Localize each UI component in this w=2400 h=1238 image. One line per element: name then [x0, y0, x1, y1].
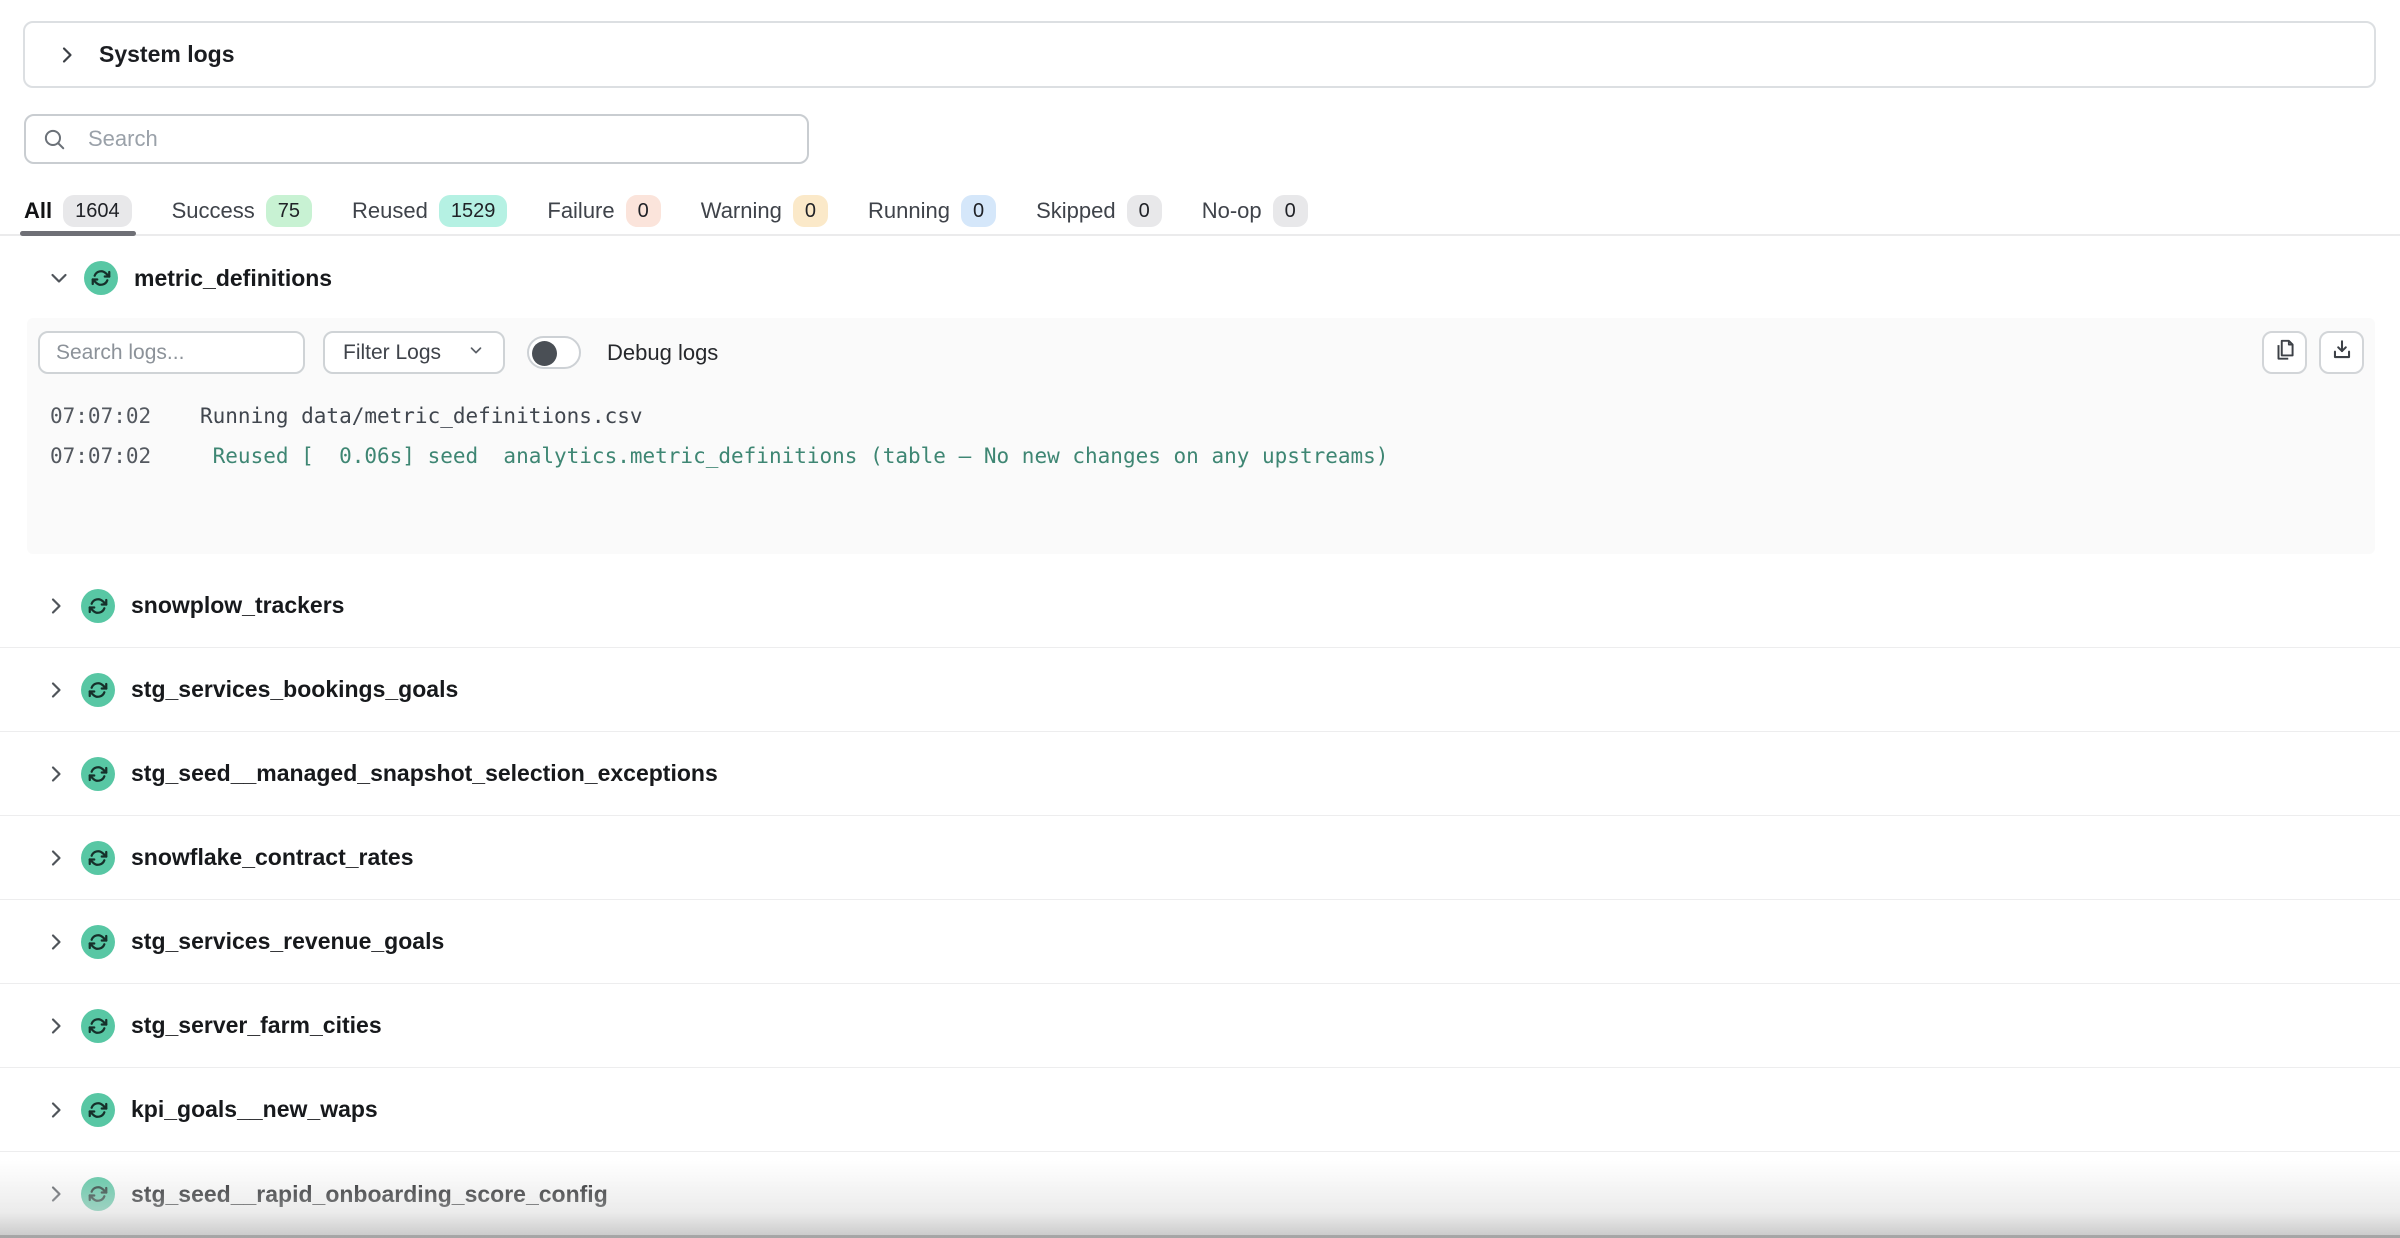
- log-output: 07:07:02Running data/metric_definitions.…: [50, 396, 2355, 476]
- chevron-down-icon: [467, 341, 485, 364]
- tab-count-badge: 75: [266, 195, 312, 227]
- chevron-right-icon[interactable]: [44, 1182, 68, 1206]
- chevron-right-icon[interactable]: [44, 1098, 68, 1122]
- log-toolbar: Filter Logs Debug logs: [38, 331, 2364, 374]
- download-icon: [2329, 337, 2355, 368]
- tab-count-badge: 0: [793, 195, 828, 227]
- run-row[interactable]: stg_server_farm_cities: [0, 984, 2400, 1068]
- system-logs-page: System logs All 1604 Success 75 Reused 1529 Fa…: [0, 0, 2400, 1238]
- log-timestamp: 07:07:02: [50, 396, 200, 436]
- tab-label: Warning: [701, 198, 782, 224]
- tab-no-op[interactable]: No-op 0: [1202, 188, 1308, 234]
- tab-label: Skipped: [1036, 198, 1116, 224]
- tab-failure[interactable]: Failure 0: [547, 188, 660, 234]
- tab-label: Failure: [547, 198, 614, 224]
- log-panel: Filter Logs Debug logs: [27, 318, 2375, 554]
- debug-logs-toggle[interactable]: [527, 336, 581, 369]
- tab-label: Success: [172, 198, 255, 224]
- toggle-knob: [532, 341, 557, 366]
- chevron-right-icon[interactable]: [55, 43, 79, 67]
- system-logs-title: System logs: [99, 41, 235, 68]
- log-timestamp: 07:07:02: [50, 436, 200, 476]
- tab-running[interactable]: Running 0: [868, 188, 996, 234]
- run-name: stg_server_farm_cities: [131, 1012, 382, 1039]
- copy-logs-button[interactable]: [2262, 331, 2307, 374]
- download-logs-button[interactable]: [2319, 331, 2364, 374]
- run-name: stg_services_revenue_goals: [131, 928, 444, 955]
- tab-count-badge: 0: [1273, 195, 1308, 227]
- reused-status-icon: [81, 925, 115, 959]
- tab-count-badge: 0: [1127, 195, 1162, 227]
- run-row[interactable]: stg_seed__managed_snapshot_selection_exc…: [0, 732, 2400, 816]
- tab-all[interactable]: All 1604: [24, 188, 132, 234]
- reused-status-icon: [81, 1009, 115, 1043]
- tab-success[interactable]: Success 75: [172, 188, 312, 234]
- log-message: Reused [ 0.06s] seed analytics.metric_de…: [200, 436, 1388, 476]
- filter-logs-label: Filter Logs: [343, 341, 441, 365]
- log-search-input[interactable]: [38, 331, 305, 374]
- run-row[interactable]: stg_services_bookings_goals: [0, 648, 2400, 732]
- run-name: stg_seed__rapid_onboarding_score_config: [131, 1181, 608, 1208]
- chevron-right-icon[interactable]: [44, 594, 68, 618]
- chevron-right-icon[interactable]: [44, 930, 68, 954]
- run-list: snowplow_trackers stg_services_bookings_…: [0, 564, 2400, 1236]
- copy-icon: [2272, 337, 2298, 368]
- reused-status-icon: [81, 589, 115, 623]
- reused-status-icon: [81, 757, 115, 791]
- tab-count-badge: 1604: [63, 195, 132, 227]
- tab-count-badge: 0: [626, 195, 661, 227]
- run-row[interactable]: kpi_goals__new_waps: [0, 1068, 2400, 1152]
- reused-status-icon: [81, 673, 115, 707]
- reused-status-icon: [84, 261, 118, 295]
- run-row[interactable]: stg_seed__rapid_onboarding_score_config: [0, 1152, 2400, 1236]
- tab-label: Running: [868, 198, 950, 224]
- log-message: Running data/metric_definitions.csv: [200, 396, 643, 436]
- debug-logs-label: Debug logs: [607, 340, 718, 366]
- filter-logs-dropdown[interactable]: Filter Logs: [323, 331, 505, 374]
- tab-label: No-op: [1202, 198, 1262, 224]
- run-name: snowflake_contract_rates: [131, 844, 414, 871]
- expanded-run-header[interactable]: metric_definitions: [23, 252, 332, 304]
- log-line: 07:07:02 Reused [ 0.06s] seed analytics.…: [50, 436, 2355, 476]
- chevron-right-icon[interactable]: [44, 1014, 68, 1038]
- search-field-wrap: [24, 114, 809, 164]
- tab-reused[interactable]: Reused 1529: [352, 188, 507, 234]
- search-input[interactable]: [24, 114, 809, 164]
- run-row[interactable]: stg_services_revenue_goals: [0, 900, 2400, 984]
- chevron-right-icon[interactable]: [44, 846, 68, 870]
- run-name: stg_seed__managed_snapshot_selection_exc…: [131, 760, 718, 787]
- run-name: kpi_goals__new_waps: [131, 1096, 378, 1123]
- tab-count-badge: 1529: [439, 195, 508, 227]
- run-row[interactable]: snowplow_trackers: [0, 564, 2400, 648]
- tab-label: Reused: [352, 198, 428, 224]
- status-tabs: All1604Success75Reused1529Failure0Warnin…: [0, 188, 2400, 236]
- chevron-right-icon[interactable]: [44, 678, 68, 702]
- expanded-run-name: metric_definitions: [134, 265, 332, 292]
- tab-count-badge: 0: [961, 195, 996, 227]
- chevron-right-icon[interactable]: [44, 762, 68, 786]
- run-name: snowplow_trackers: [131, 592, 344, 619]
- tab-label: All: [24, 198, 52, 224]
- chevron-down-icon[interactable]: [47, 266, 71, 290]
- log-line: 07:07:02Running data/metric_definitions.…: [50, 396, 2355, 436]
- reused-status-icon: [81, 1177, 115, 1211]
- tab-warning[interactable]: Warning 0: [701, 188, 828, 234]
- reused-status-icon: [81, 1093, 115, 1127]
- tab-skipped[interactable]: Skipped 0: [1036, 188, 1162, 234]
- system-logs-accordion[interactable]: System logs: [23, 21, 2376, 88]
- reused-status-icon: [81, 841, 115, 875]
- search-icon: [42, 127, 67, 157]
- run-row[interactable]: snowflake_contract_rates: [0, 816, 2400, 900]
- run-name: stg_services_bookings_goals: [131, 676, 458, 703]
